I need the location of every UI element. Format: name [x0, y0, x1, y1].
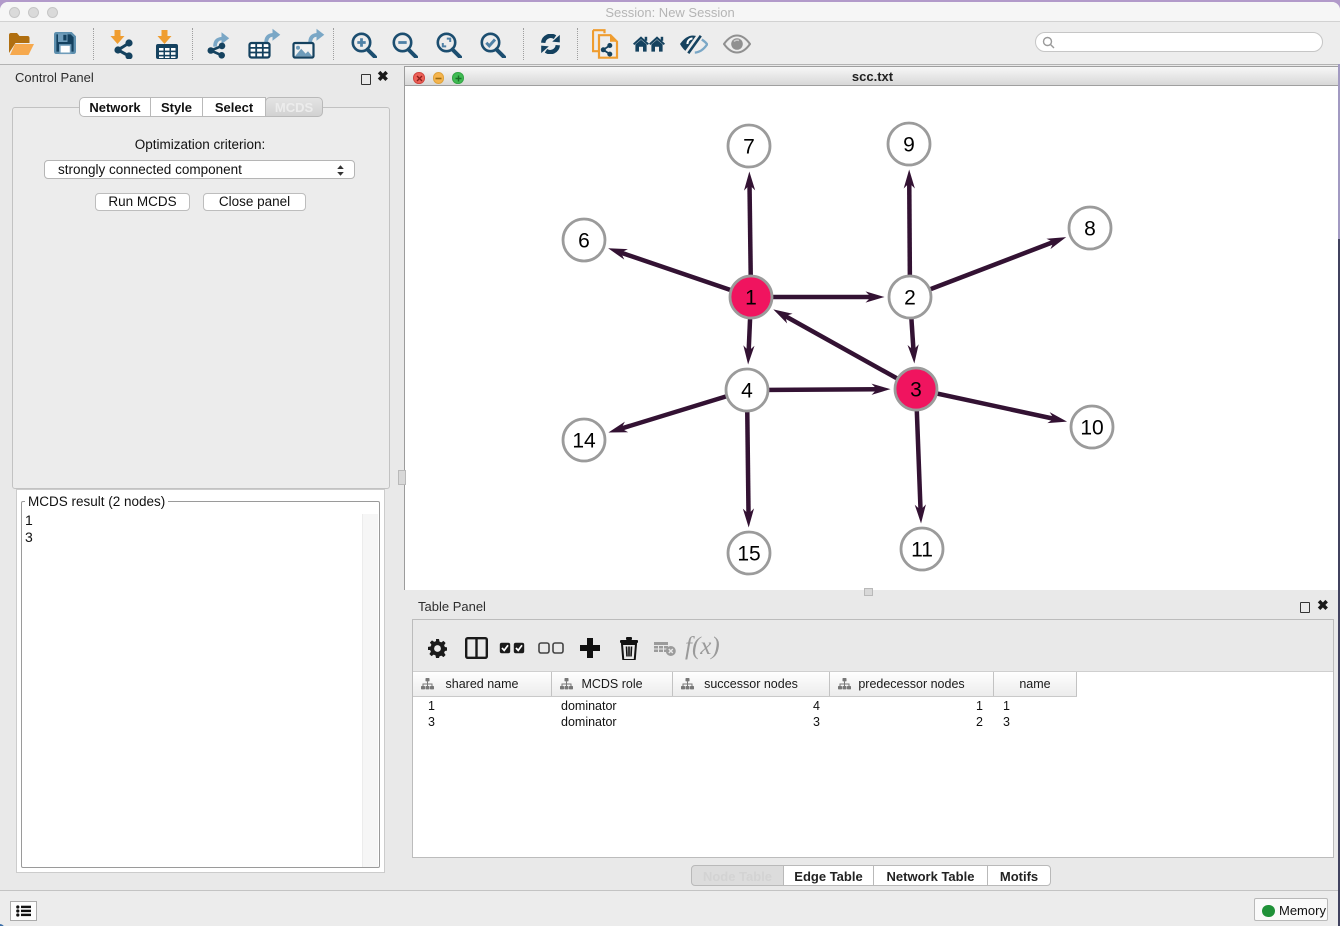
svg-text:10: 10 — [1080, 417, 1103, 440]
svg-text:11: 11 — [911, 539, 933, 562]
svg-text:1: 1 — [745, 287, 757, 310]
svg-text:9: 9 — [903, 134, 915, 157]
svg-text:7: 7 — [743, 136, 755, 159]
svg-text:15: 15 — [737, 543, 760, 566]
svg-text:3: 3 — [910, 379, 922, 402]
svg-text:14: 14 — [572, 430, 596, 453]
svg-text:4: 4 — [741, 380, 753, 403]
svg-text:6: 6 — [578, 230, 590, 253]
svg-text:8: 8 — [1084, 218, 1096, 241]
svg-text:2: 2 — [904, 287, 916, 310]
